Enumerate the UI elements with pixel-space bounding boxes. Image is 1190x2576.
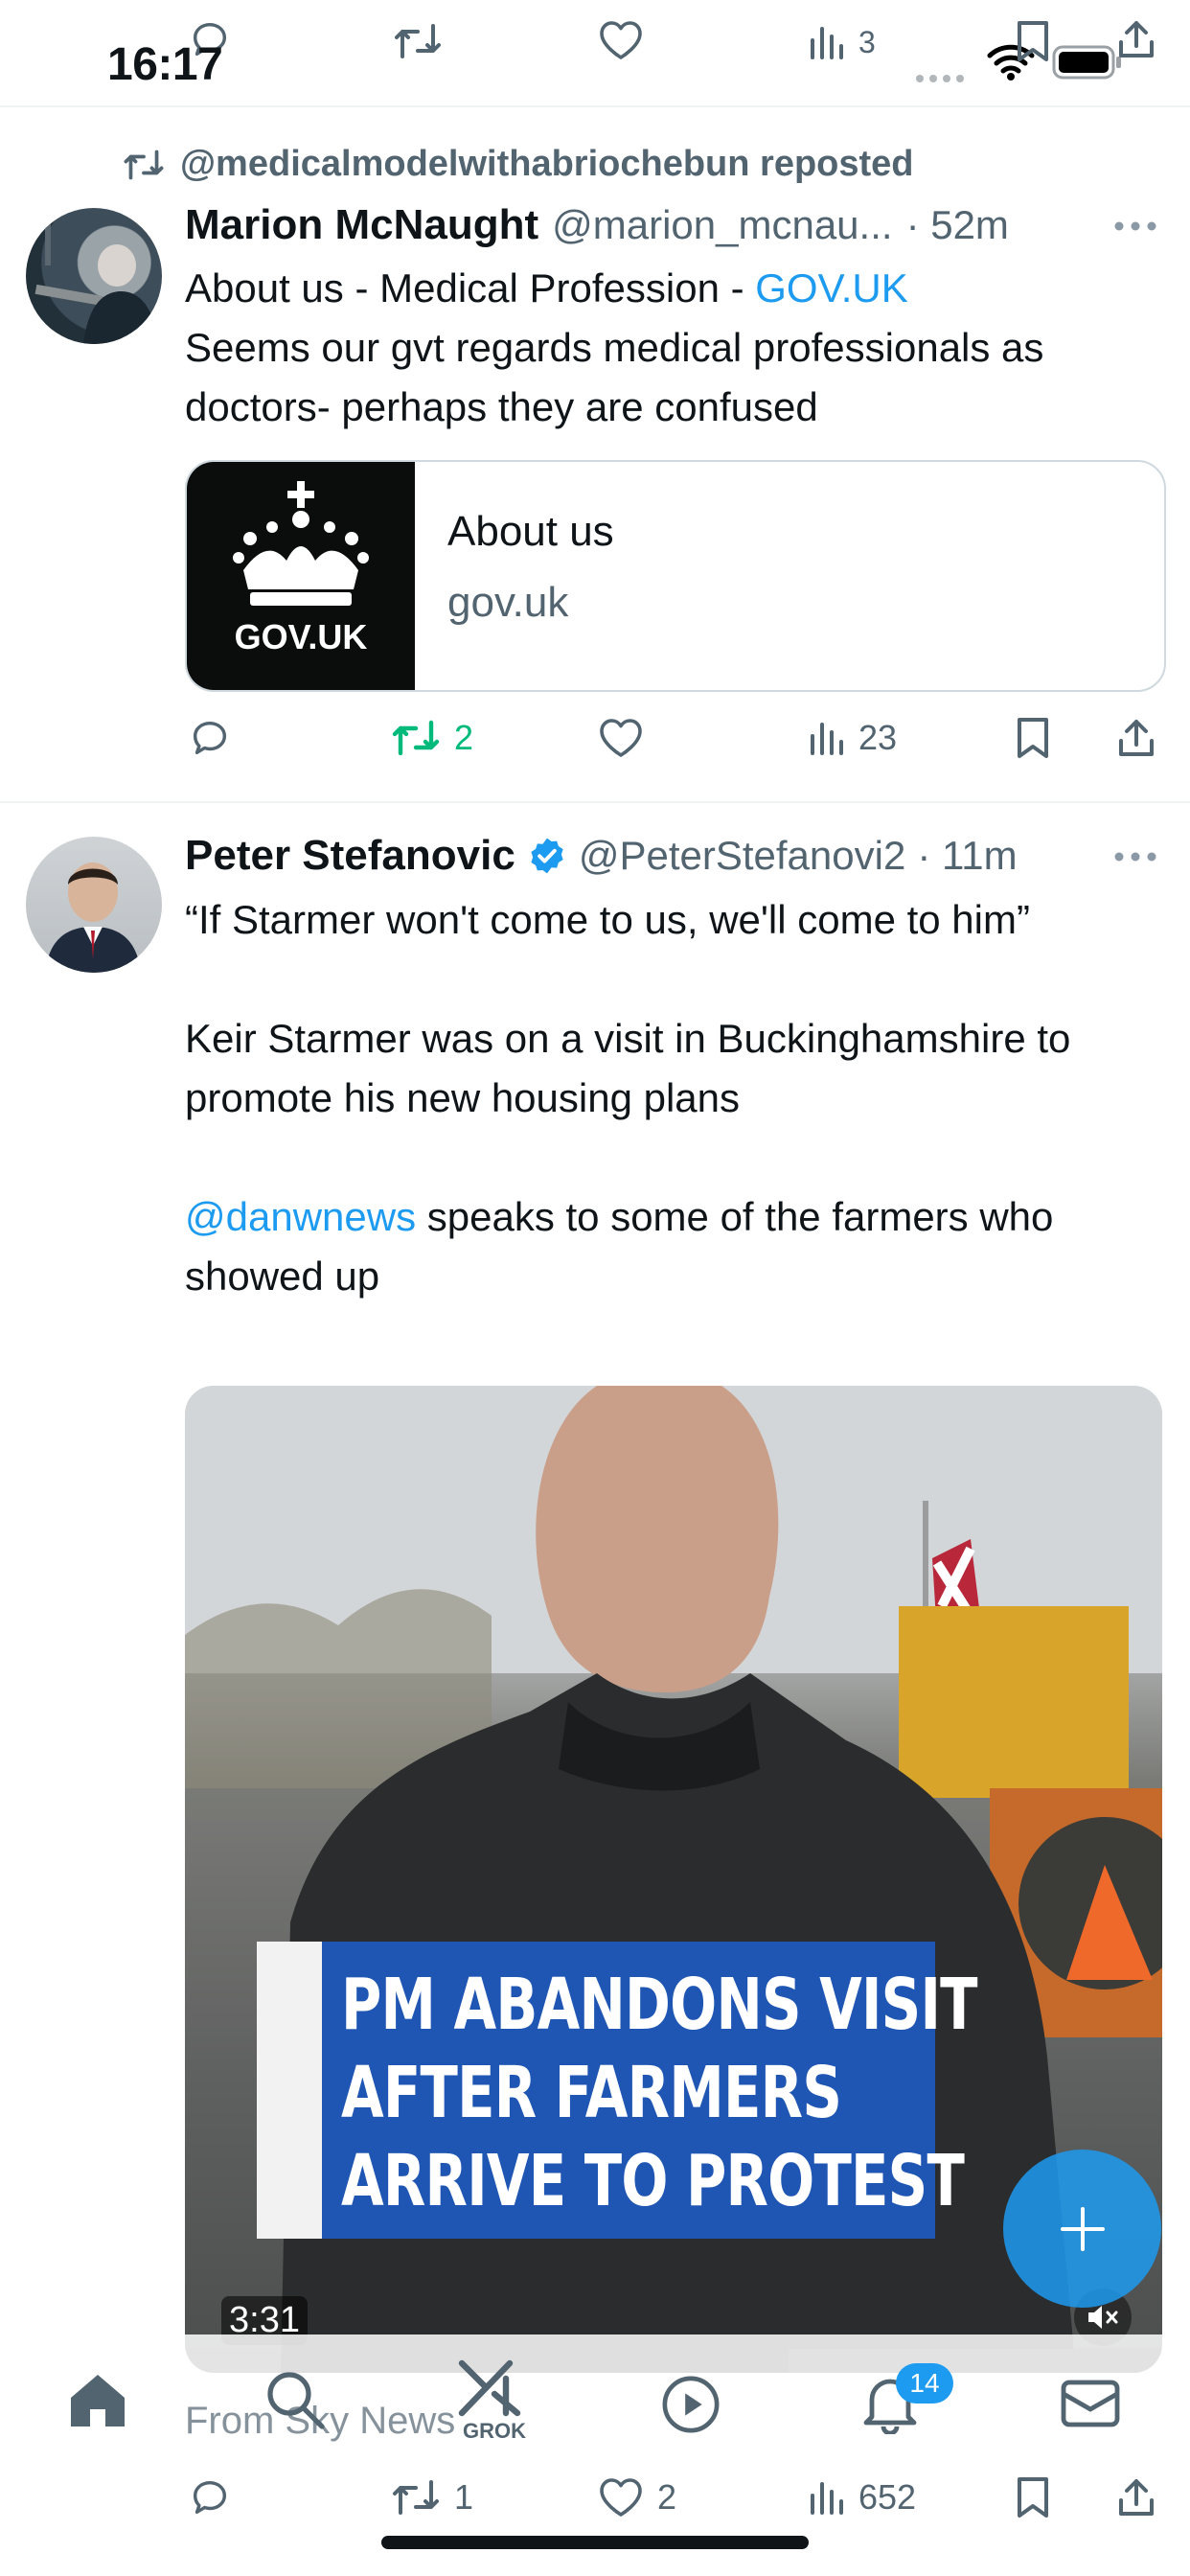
- author-name[interactable]: Marion McNaught: [185, 201, 538, 249]
- views-icon: [807, 2478, 845, 2517]
- tweet-1[interactable]: @medicalmodelwithabriochebun reposted Ma…: [0, 107, 1190, 801]
- repost-button[interactable]: 1: [391, 2469, 473, 2526]
- avatar[interactable]: [26, 208, 162, 344]
- repost-count: 1: [454, 2477, 474, 2517]
- tweet-paragraph: Keir Starmer was on a visit in Buckingha…: [185, 1016, 1071, 1120]
- tab-messages[interactable]: [1060, 2379, 1121, 2428]
- heart-icon: [598, 2476, 644, 2518]
- bookmark-icon[interactable]: [1014, 19, 1052, 63]
- tweet-text: About us - Medical Profession - GOV.UK S…: [185, 259, 1172, 437]
- verified-badge-icon: [527, 836, 567, 876]
- tab-grok[interactable]: GROK: [456, 2359, 533, 2444]
- views-count: 23: [858, 718, 898, 757]
- grok-icon: [456, 2359, 533, 2417]
- like-count: 2: [657, 2477, 677, 2517]
- share-icon: [1115, 2475, 1157, 2519]
- card-thumb-label: GOV.UK: [234, 617, 368, 656]
- compose-button[interactable]: [1003, 2150, 1161, 2308]
- tweet-text-rest: Seems our gvt regards medical profession…: [185, 325, 1044, 429]
- top-share-icon[interactable]: [1115, 17, 1157, 61]
- views-stat[interactable]: 23: [807, 709, 897, 767]
- tweet-paragraph: @danwnews speaks to some of the farmers …: [185, 1187, 1172, 1306]
- avatar[interactable]: [26, 837, 162, 973]
- share-button[interactable]: [1115, 709, 1157, 767]
- tweet-text: “If Starmer won't come to us, we'll come…: [185, 890, 1172, 1306]
- play-icon: [661, 2375, 721, 2434]
- tweet-header: Marion McNaught @marion_mcnau... · 52m: [185, 201, 1143, 249]
- more-options-icon[interactable]: [1113, 851, 1157, 862]
- like-button[interactable]: [598, 709, 644, 767]
- repost-icon: [391, 2475, 441, 2519]
- repost-count: 2: [454, 718, 474, 757]
- views-stat[interactable]: 652: [807, 2469, 916, 2526]
- status-time: 16:17: [107, 39, 223, 90]
- tab-video[interactable]: [661, 2375, 721, 2434]
- tweet-paragraph: “If Starmer won't come to us, we'll come…: [185, 897, 1030, 942]
- repost-label[interactable]: @medicalmodelwithabriochebun reposted: [180, 144, 914, 185]
- divider: [0, 801, 1190, 803]
- views-count: 652: [858, 2477, 917, 2517]
- home-indicator: [381, 2536, 809, 2549]
- heart-icon: [598, 717, 644, 759]
- reply-icon: [188, 716, 232, 760]
- banner-line: AFTER FARMERS: [341, 2052, 842, 2134]
- author-name[interactable]: Peter Stefanovic: [185, 832, 515, 880]
- mail-icon: [1060, 2379, 1121, 2428]
- banner-line: ARRIVE TO PROTEST: [341, 2140, 965, 2222]
- reply-button[interactable]: [188, 709, 232, 767]
- views-icon: [807, 719, 845, 757]
- tab-search[interactable]: [264, 2369, 326, 2430]
- more-options-icon[interactable]: [1113, 220, 1157, 232]
- plus-icon: [1057, 2203, 1109, 2255]
- tab-home[interactable]: [67, 2371, 128, 2430]
- share-button[interactable]: [1115, 2469, 1157, 2526]
- battery-icon: [1052, 44, 1123, 80]
- link-preview-card[interactable]: GOV.UK About us gov.uk: [185, 460, 1166, 692]
- news-banner-accent: [257, 1942, 322, 2239]
- bookmark-icon: [1014, 2475, 1052, 2519]
- like-button[interactable]: 2: [598, 2469, 676, 2526]
- mention-link[interactable]: @danwnews: [185, 1194, 416, 1239]
- author-handle[interactable]: @marion_mcnau...: [552, 202, 892, 248]
- card-thumbnail: GOV.UK: [187, 462, 415, 690]
- tweet-text-prefix: About us - Medical Profession -: [185, 265, 756, 310]
- home-icon: [67, 2371, 128, 2430]
- bookmark-icon: [1014, 716, 1052, 760]
- news-banner-text: PM ABANDONS VISIT AFTER FARMERS ARRIVE T…: [341, 1961, 978, 2225]
- cellular-signal-icon: [915, 73, 967, 84]
- status-bar: 16:17: [0, 0, 1190, 105]
- tweet-link[interactable]: GOV.UK: [755, 265, 908, 310]
- share-icon: [1115, 716, 1157, 760]
- reply-button[interactable]: [188, 2469, 232, 2526]
- grok-label: GROK: [463, 2419, 526, 2443]
- timestamp[interactable]: · 11m: [917, 833, 1017, 879]
- repost-button[interactable]: 2: [391, 709, 473, 767]
- repost-icon: [391, 716, 441, 760]
- notifications-badge: 14: [896, 2363, 953, 2404]
- search-icon: [264, 2369, 326, 2430]
- author-handle[interactable]: @PeterStefanovi2: [579, 833, 906, 879]
- bookmark-button[interactable]: [1014, 2469, 1052, 2526]
- tweet-header: Peter Stefanovic @PeterStefanovi2 · 11m: [185, 832, 1143, 880]
- repost-icon: [123, 147, 165, 183]
- timestamp[interactable]: · 52m: [906, 202, 1009, 248]
- card-domain: gov.uk: [447, 579, 569, 626]
- banner-line: PM ABANDONS VISIT: [341, 1964, 978, 2046]
- reply-icon: [188, 2475, 232, 2519]
- bookmark-button[interactable]: [1014, 709, 1052, 767]
- repost-indicator: @medicalmodelwithabriochebun reposted: [123, 144, 914, 185]
- crown-logo-icon: [229, 479, 373, 613]
- card-title: About us: [447, 508, 614, 555]
